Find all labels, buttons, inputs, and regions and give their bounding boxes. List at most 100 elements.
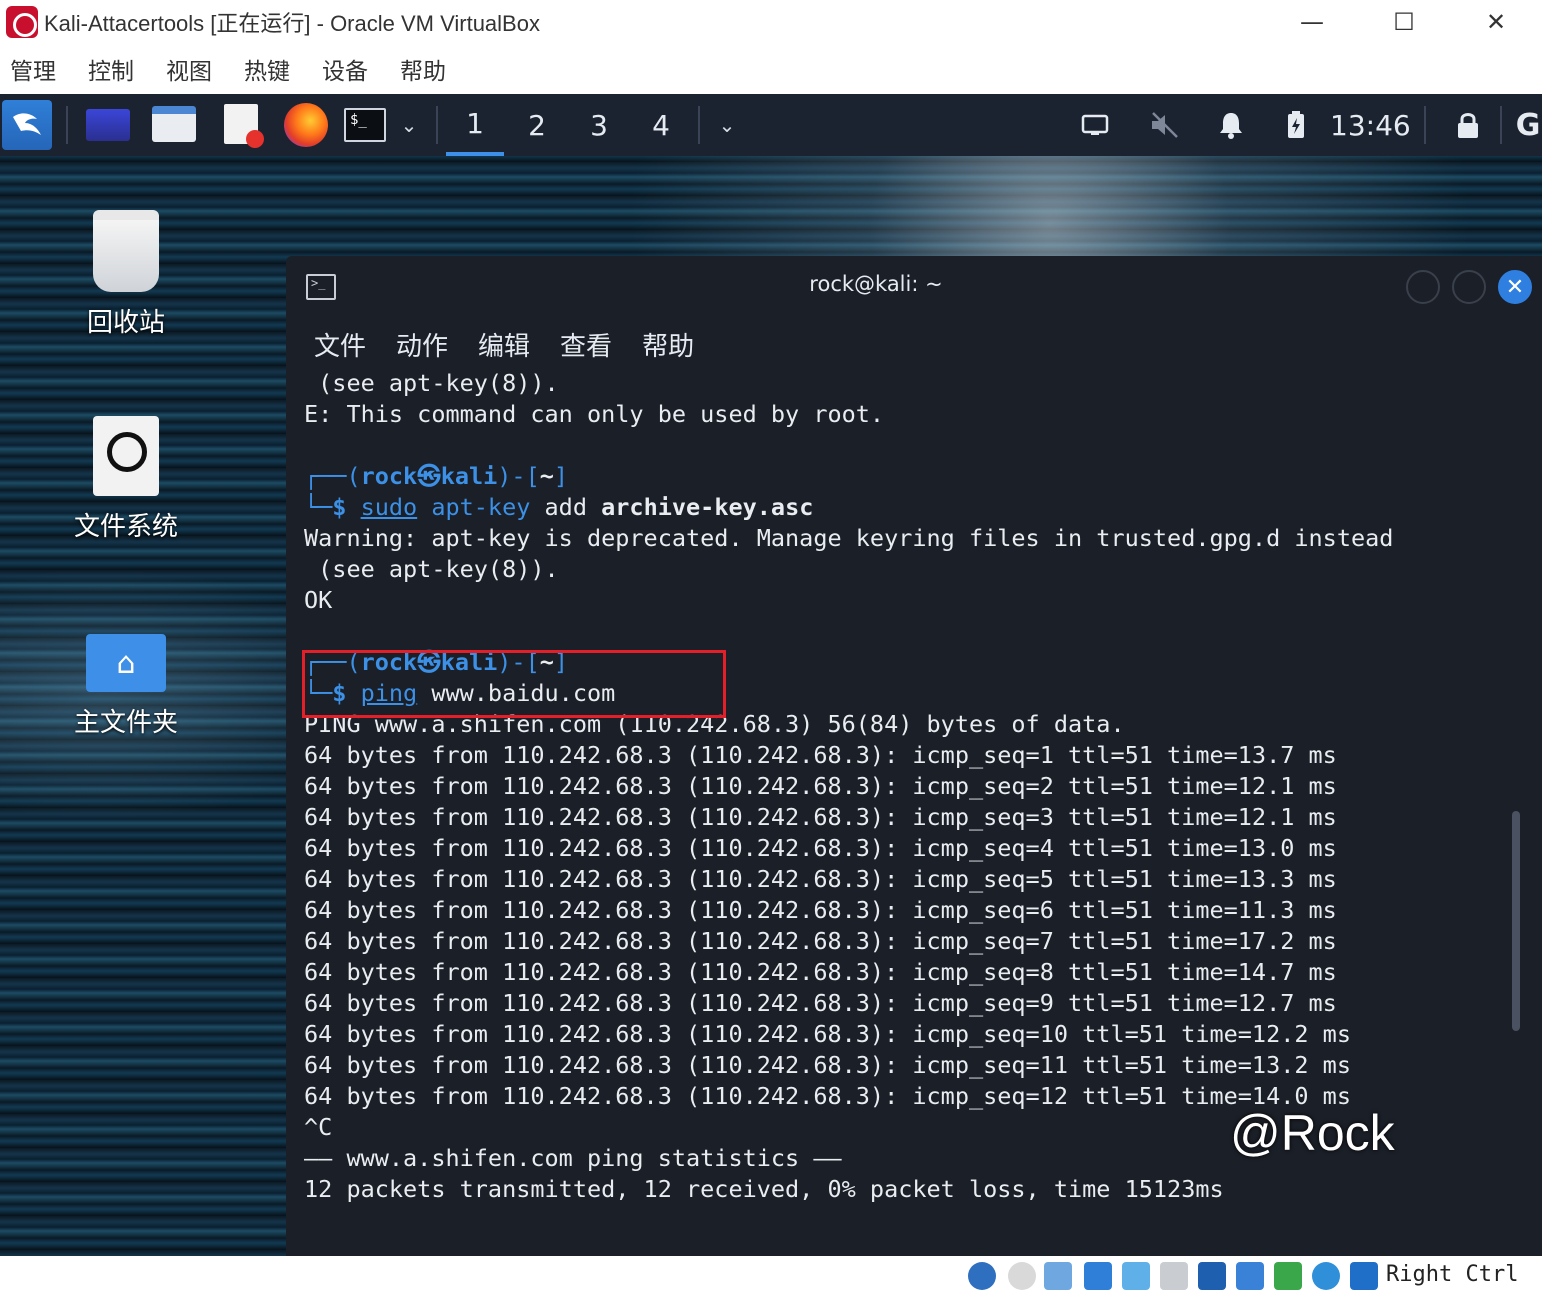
desktop-item-home[interactable]: ⌂ 主文件夹 xyxy=(36,634,216,739)
minimize-button[interactable]: — xyxy=(1266,0,1358,44)
ping-reply-line: 64 bytes from 110.242.68.3 (110.242.68.3… xyxy=(304,896,1337,924)
maximize-button[interactable]: ☐ xyxy=(1358,0,1450,44)
menu-help[interactable]: 帮助 xyxy=(400,52,446,86)
kali-panel: $_ ⌄ 1 2 3 4 ⌄ 13:46 G xyxy=(0,94,1542,156)
display-icon[interactable] xyxy=(1078,102,1112,148)
mouse-integration-icon[interactable] xyxy=(1350,1262,1378,1290)
lock-icon[interactable] xyxy=(1452,102,1484,148)
ping-reply-line: 64 bytes from 110.242.68.3 (110.242.68.3… xyxy=(304,772,1337,800)
workspace-4[interactable]: 4 xyxy=(632,94,690,156)
file-manager-icon[interactable] xyxy=(152,106,196,142)
highlight-annotation xyxy=(302,650,726,718)
chevron-down-icon[interactable]: ⌄ xyxy=(716,102,738,148)
panel-clock[interactable]: 13:46 xyxy=(1330,94,1411,156)
workspace-2[interactable]: 2 xyxy=(508,94,566,156)
terminal-title: rock@kali: ~ xyxy=(809,272,943,296)
volume-muted-icon[interactable] xyxy=(1146,102,1184,148)
workspace-3[interactable]: 3 xyxy=(570,94,628,156)
desktop-item-label: 文件系统 xyxy=(73,512,178,542)
ping-reply-line: 64 bytes from 110.242.68.3 (110.242.68.3… xyxy=(304,865,1337,893)
host-titlebar: Kali-Attacertools [正在运行] - Oracle VM Vir… xyxy=(0,0,1542,44)
prompt-host: kali xyxy=(440,462,498,490)
minimize-button[interactable] xyxy=(1406,270,1440,304)
guest-additions-icon[interactable] xyxy=(1312,1262,1340,1290)
cmd-args: add xyxy=(530,493,602,521)
menu-hotkeys[interactable]: 热键 xyxy=(244,52,290,86)
panel-separator xyxy=(436,106,438,144)
power-icon[interactable]: G xyxy=(1514,102,1542,148)
terminal-menubar: 文件 动作 编辑 查看 帮助 xyxy=(286,318,1542,370)
audio-icon[interactable] xyxy=(1044,1262,1072,1290)
vbox-statusbar: Right Ctrl xyxy=(0,1256,1542,1296)
ping-reply-line: 64 bytes from 110.242.68.3 (110.242.68.3… xyxy=(304,958,1337,986)
menu-view[interactable]: 视图 xyxy=(166,52,212,86)
ping-reply-line: 64 bytes from 110.242.68.3 (110.242.68.3… xyxy=(304,1051,1351,1079)
hard-disk-icon[interactable] xyxy=(968,1262,996,1290)
maximize-button[interactable] xyxy=(1452,270,1486,304)
terminal-menu-help[interactable]: 帮助 xyxy=(642,326,694,363)
ping-reply-line: 64 bytes from 110.242.68.3 (110.242.68.3… xyxy=(304,989,1337,1017)
command-line: └─$ sudo apt-key add archive-key.asc xyxy=(304,493,814,521)
terminal-titlebar[interactable]: >_ rock@kali: ~ ✕ xyxy=(286,256,1542,318)
window-title: Kali-Attacertools [正在运行] - Oracle VM Vir… xyxy=(44,11,540,36)
stats-summary-line: 12 packets transmitted, 12 received, 0% … xyxy=(304,1175,1224,1203)
workspace-1[interactable]: 1 xyxy=(446,94,504,156)
terminal-menu-view[interactable]: 查看 xyxy=(560,326,612,363)
firefox-icon[interactable] xyxy=(284,103,328,147)
cmd-sudo: sudo xyxy=(360,493,418,521)
display-icon[interactable] xyxy=(1198,1262,1226,1290)
virtualbox-app-icon xyxy=(6,6,38,38)
host-menubar: 管理 控制 视图 热键 设备 帮助 xyxy=(0,44,1542,94)
terminal-icon[interactable]: $_ xyxy=(344,108,386,142)
terminal-scrollbar[interactable] xyxy=(1512,811,1520,1031)
panel-separator xyxy=(698,106,700,144)
desktop-item-trash[interactable]: 回收站 xyxy=(36,210,216,339)
desktop-item-label: 主文件夹 xyxy=(73,708,178,738)
cmd-file: archive-key.asc xyxy=(601,493,814,521)
cpu-icon[interactable] xyxy=(1274,1262,1302,1290)
desktop-item-label: 回收站 xyxy=(86,308,165,338)
usb-icon[interactable] xyxy=(1122,1262,1150,1290)
panel-separator xyxy=(1424,106,1426,144)
terminal-menu-file[interactable]: 文件 xyxy=(314,326,366,363)
host-key-label[interactable]: Right Ctrl xyxy=(1386,1262,1518,1287)
window-controls: — ☐ ✕ xyxy=(1266,0,1542,44)
menu-devices[interactable]: 设备 xyxy=(322,52,368,86)
video-capture-icon[interactable] xyxy=(1236,1262,1264,1290)
watermark: @Rock xyxy=(1230,1105,1395,1161)
bell-icon[interactable] xyxy=(1214,102,1248,148)
optical-drive-icon[interactable] xyxy=(1008,1262,1036,1290)
close-button[interactable]: ✕ xyxy=(1450,0,1542,44)
menu-control[interactable]: 控制 xyxy=(88,52,134,86)
drive-icon xyxy=(93,416,159,496)
desktop-item-filesystem[interactable]: 文件系统 xyxy=(36,416,216,543)
close-button[interactable]: ✕ xyxy=(1498,270,1532,304)
home-folder-icon: ⌂ xyxy=(86,634,166,692)
panel-separator xyxy=(1500,106,1502,144)
guest-screen[interactable]: $_ ⌄ 1 2 3 4 ⌄ 13:46 G 回收站 文件系统 ⌂ 主文件夹 >… xyxy=(0,94,1542,1256)
ping-reply-line: 64 bytes from 110.242.68.3 (110.242.68.3… xyxy=(304,834,1337,862)
output-line: OK xyxy=(304,586,333,614)
trash-icon xyxy=(93,210,159,292)
chevron-down-icon[interactable]: ⌄ xyxy=(398,102,420,148)
ping-reply-line: 64 bytes from 110.242.68.3 (110.242.68.3… xyxy=(304,927,1337,955)
prompt-at: ㉿ xyxy=(417,462,441,490)
ping-reply-line: 64 bytes from 110.242.68.3 (110.242.68.3… xyxy=(304,1020,1351,1048)
menu-manage[interactable]: 管理 xyxy=(10,52,56,86)
prompt-dir: ~ xyxy=(539,462,554,490)
text-editor-icon[interactable] xyxy=(224,104,264,148)
output-line: (see apt-key(8)). xyxy=(304,555,559,583)
battery-icon[interactable] xyxy=(1282,102,1310,148)
network-icon[interactable] xyxy=(1084,1262,1112,1290)
kali-menu-icon[interactable] xyxy=(2,100,52,150)
shared-folders-icon[interactable] xyxy=(1160,1262,1188,1290)
terminal-menu-edit[interactable]: 编辑 xyxy=(478,326,530,363)
desktop-icon[interactable] xyxy=(86,109,130,141)
terminal-menu-action[interactable]: 动作 xyxy=(396,326,448,363)
ping-reply-line: 64 bytes from 110.242.68.3 (110.242.68.3… xyxy=(304,741,1337,769)
output-line: (see apt-key(8)). xyxy=(304,369,559,397)
prompt-user: rock xyxy=(360,462,418,490)
prompt-line: ┌──(rock㉿kali)-[~] xyxy=(304,462,569,490)
